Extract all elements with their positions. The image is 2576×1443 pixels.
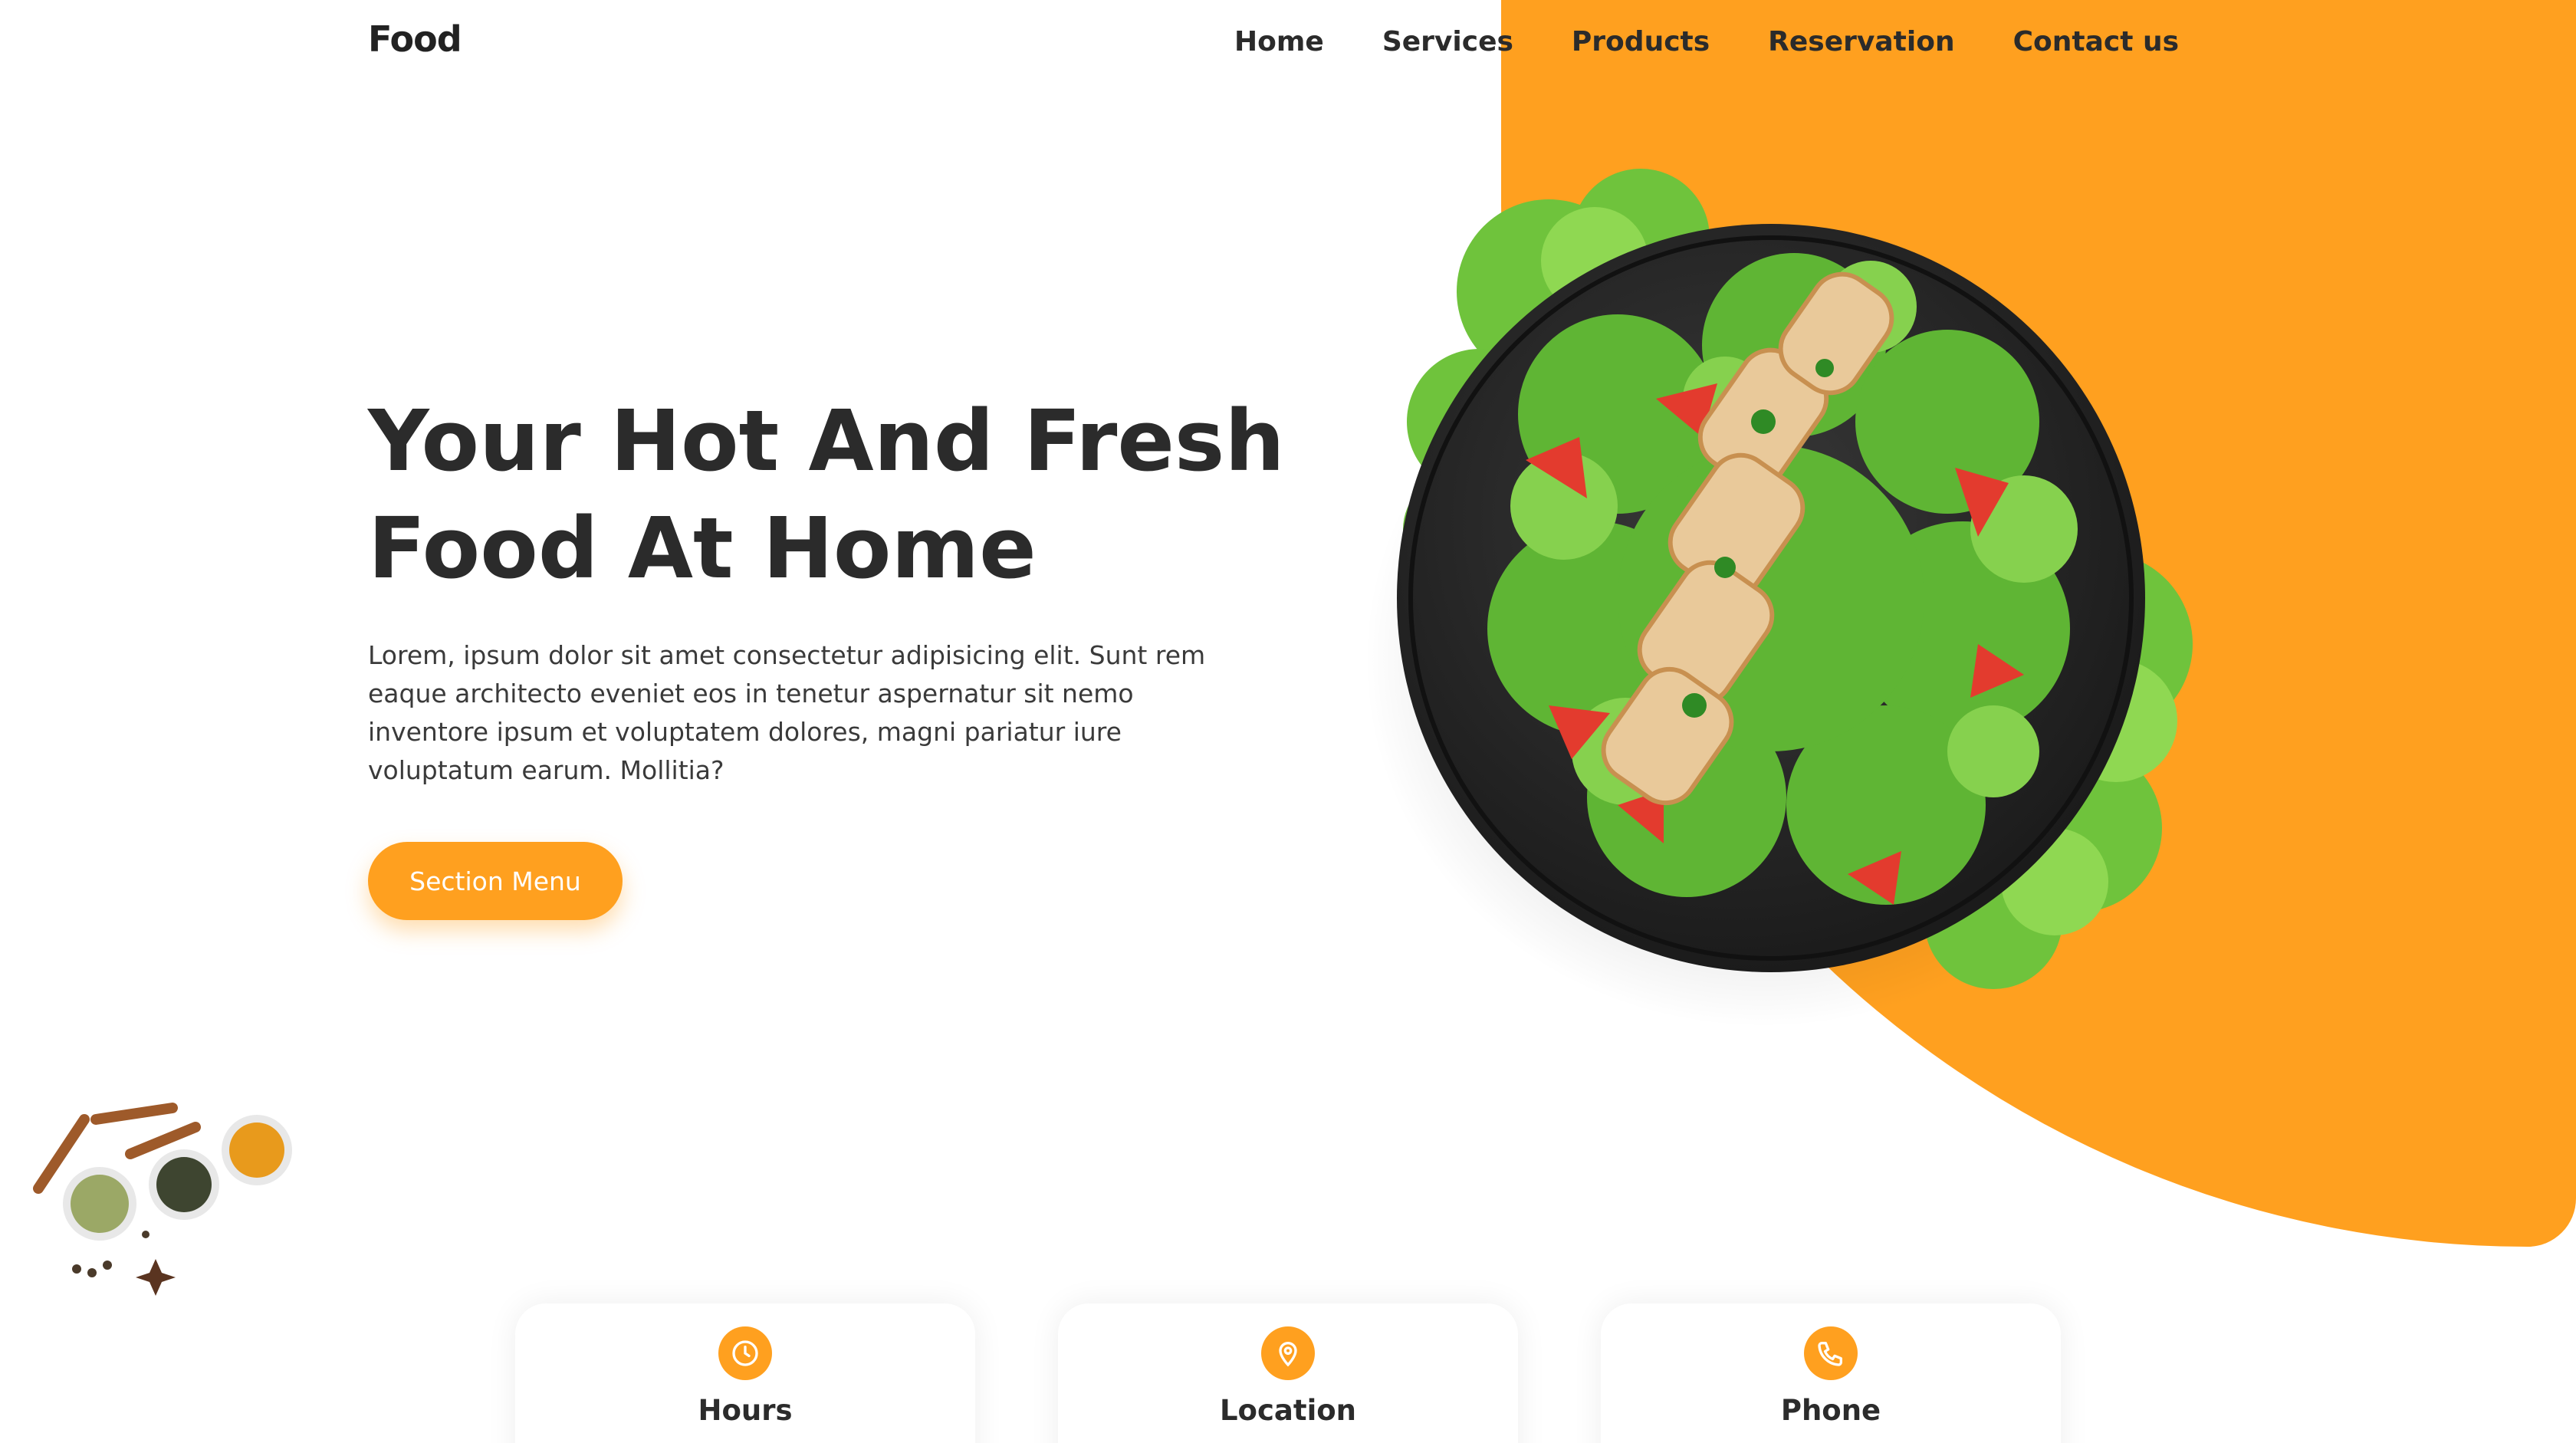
location-pin-icon — [1261, 1326, 1315, 1380]
location-card-title: Location — [1219, 1394, 1357, 1427]
nav-item-contact[interactable]: Contact us — [2013, 26, 2179, 58]
phone-icon — [1804, 1326, 1858, 1380]
hero-description: Lorem, ipsum dolor sit amet consectetur … — [368, 640, 1206, 785]
hours-card-title: Hours — [698, 1394, 793, 1427]
page: Food Home Services Products Reservation … — [0, 0, 2576, 1443]
hero-title-line-1: Your Hot And Fresh — [368, 392, 1285, 490]
location-card: Location — [1058, 1303, 1518, 1443]
nav-item-products[interactable]: Products — [1572, 26, 1710, 58]
salad-plate-image — [1365, 169, 2223, 1027]
nav-item-reservation[interactable]: Reservation — [1768, 26, 1954, 58]
nav-item-home[interactable]: Home — [1234, 26, 1324, 58]
phone-card: Phone — [1601, 1303, 2061, 1443]
logo[interactable]: Food — [368, 18, 462, 60]
main-nav: Home Services Products Reservation Conta… — [1176, 26, 2179, 58]
clock-icon — [718, 1326, 772, 1380]
spices-image — [23, 1089, 314, 1303]
section-menu-button[interactable]: Section Menu — [368, 842, 623, 920]
hero-title: Your Hot And Fresh Food At Home — [368, 387, 1303, 602]
hours-card: Hours — [515, 1303, 975, 1443]
nav-item-services[interactable]: Services — [1382, 26, 1513, 58]
phone-card-title: Phone — [1780, 1394, 1881, 1427]
hero-title-line-2: Food At Home — [368, 499, 1037, 597]
